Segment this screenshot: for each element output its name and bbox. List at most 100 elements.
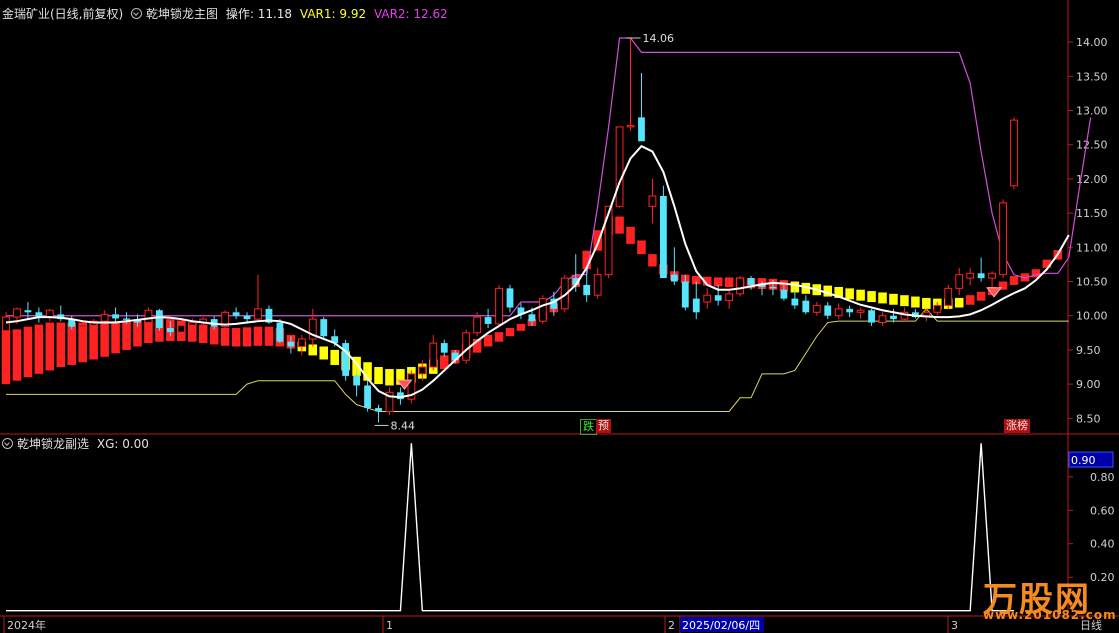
main-indicator-name[interactable]: 乾坤锁龙主图 — [146, 7, 218, 21]
candle-body-down — [769, 286, 777, 289]
candle-body-down — [342, 343, 350, 376]
band-bar — [330, 349, 339, 365]
band-bar — [615, 216, 624, 234]
band-bar — [12, 329, 22, 381]
candle-body-down — [890, 315, 897, 320]
stock-title[interactable]: 金瑞矿业(日线,前复权) — [2, 7, 123, 21]
candle-body-up — [703, 294, 712, 303]
band-bar — [889, 293, 898, 305]
y-tick-label: 12.50 — [1076, 139, 1108, 152]
candle-body-up — [254, 308, 262, 320]
chart-canvas[interactable]: 8.509.009.5010.0010.5011.0011.5012.0012.… — [0, 0, 1119, 633]
candle-body-up — [834, 308, 843, 317]
band-bar — [56, 322, 66, 368]
candle-body-up — [462, 332, 471, 361]
y-tick-label: 13.00 — [1076, 105, 1108, 118]
band-bar — [45, 322, 55, 371]
cursor-value-label: 0.90 — [1071, 454, 1096, 467]
x-tick-label: 1 — [386, 619, 393, 632]
band-bar — [965, 295, 975, 305]
tag-zhang: 涨榜 — [1004, 419, 1030, 433]
band-bar — [856, 289, 865, 301]
x-tick-label: 3 — [951, 619, 958, 632]
band-bar — [900, 295, 909, 307]
xg-line — [6, 443, 1014, 612]
candle-body-down — [659, 196, 667, 279]
band-bar — [319, 346, 329, 360]
watermark-logo: 万股网 www.201082.com — [983, 572, 1116, 622]
tag-die: 跌 — [580, 419, 597, 435]
candle-body-down — [232, 312, 240, 316]
candle-body-down — [375, 408, 382, 412]
sub-indicator-settings-icon[interactable] — [2, 438, 13, 449]
band-bar — [220, 328, 230, 346]
candle-body-up — [188, 322, 197, 326]
indicator-settings-icon[interactable] — [131, 8, 143, 19]
band-bar — [845, 288, 854, 300]
band-bar — [483, 334, 493, 347]
candle-body-down — [638, 117, 645, 142]
var1-value: VAR1: 9.92 — [299, 7, 367, 21]
candle-body-down — [287, 341, 295, 347]
candle-body-up — [944, 287, 953, 306]
y-tick-label: 8.50 — [1076, 412, 1101, 425]
band-bar — [867, 291, 876, 303]
band-bar — [253, 326, 263, 346]
watermark-site: www.201082.com — [983, 608, 1117, 622]
x-tick-label: 2 — [668, 619, 675, 632]
tag-yu: 预 — [596, 419, 611, 433]
band-bar — [494, 332, 504, 342]
candle-body-up — [78, 324, 87, 328]
candle-body-down — [747, 278, 755, 285]
y-tick-label: 11.00 — [1076, 241, 1108, 254]
xg-value: XG: 0.00 — [96, 437, 149, 451]
band-bar — [23, 326, 33, 378]
y-tick-label: 10.50 — [1076, 276, 1108, 289]
op-value: 操作: 11.18 — [225, 7, 293, 21]
band-bar — [954, 297, 964, 308]
sub-indicator-name[interactable]: 乾坤锁龙副选 — [17, 437, 89, 451]
candle-body-down — [868, 310, 875, 323]
band-bar — [922, 297, 931, 309]
band-bar — [264, 326, 274, 346]
band-bar — [385, 369, 394, 386]
candle-body-down — [243, 315, 251, 320]
candle-body-up — [615, 126, 624, 207]
y-tick-label: 10.00 — [1076, 310, 1108, 323]
main-header: 金瑞矿业(日线,前复权) 乾坤锁龙主图 操作: 11.18 VAR1: 9.92… — [2, 6, 452, 22]
y-tick-label: 11.50 — [1076, 207, 1108, 220]
candle-body-down — [353, 375, 361, 386]
candle-body-down — [681, 281, 689, 308]
band-bar — [637, 240, 646, 255]
sub-header: 乾坤锁龙副选 XG: 0.00 — [2, 436, 153, 452]
candle-body-up — [999, 202, 1007, 276]
sub-y-tick-label: 0.20 — [1090, 571, 1115, 584]
band-bar — [231, 328, 241, 347]
var2-value: VAR2: 12.62 — [373, 7, 448, 21]
candle-body-down — [670, 274, 678, 282]
candle-body-down — [364, 385, 371, 409]
candle-body-up — [604, 205, 613, 276]
candle-body-down — [714, 295, 722, 301]
band-bar — [505, 328, 515, 337]
candle-body-down — [320, 319, 328, 337]
candle-body-up — [473, 316, 482, 334]
band-bar — [724, 277, 734, 287]
candle-body-up — [45, 309, 54, 318]
band-bar — [976, 291, 986, 301]
y-tick-label: 13.50 — [1076, 70, 1108, 83]
candle-body-up — [955, 274, 964, 289]
band-bar — [878, 292, 887, 304]
band-bar — [122, 320, 131, 350]
band-bar — [516, 323, 526, 331]
x-tick-label: 2025/02/06/四 — [682, 619, 760, 632]
chart-root: 8.50 9.00 9.50 10.00 10.50 11.00 11.50 12.00 12.… — [0, 0, 1119, 633]
candle-body-down — [824, 305, 832, 316]
candle-body-up — [2, 316, 10, 332]
candle-body-down — [484, 317, 492, 324]
candle-body-up — [177, 324, 186, 333]
candle-body-up — [1010, 119, 1018, 187]
band-bar — [100, 321, 109, 357]
candle-body-up — [725, 293, 734, 302]
candle-body-down — [155, 310, 163, 329]
